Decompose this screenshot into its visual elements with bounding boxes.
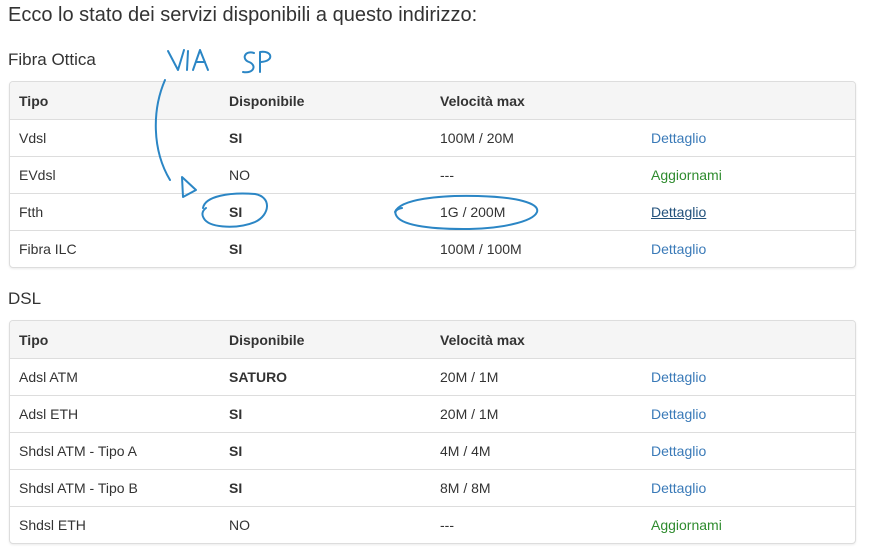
cell-disponibile: SI [229,130,243,146]
aggiornami-link[interactable]: Aggiornami [651,507,722,543]
cell-disponibile: NO [229,167,250,183]
annotation-letter-i [186,50,189,71]
col-header-disponibile: Disponibile [229,92,305,109]
table-header: Tipo Disponibile Velocità max [10,82,855,119]
dettaglio-link[interactable]: Dettaglio [651,396,706,432]
cell-disponibile: SI [229,204,243,220]
cell-tipo: Adsl ETH [19,406,79,422]
cell-disponibile: SI [229,480,243,496]
cell-tipo: Vdsl [19,130,47,146]
cell-disponibile: NO [229,517,250,533]
section-title-fibra: Fibra Ottica [8,50,96,69]
cell-tipo: Ftth [19,204,44,220]
dettaglio-link[interactable]: Dettaglio [651,231,706,267]
table-row: Adsl ETH SI 20M / 1M Dettaglio [10,395,855,432]
cell-velocita: 100M / 20M [440,130,514,146]
table-row: EVdsl NO --- Aggiornami [10,156,855,193]
col-header-velocita: Velocità max [440,331,525,348]
table-row: Fibra ILC SI 100M / 100M Dettaglio [10,230,855,267]
cell-velocita: 1G / 200M [440,204,506,220]
table-row: Shdsl ETH NO --- Aggiornami [10,506,855,543]
dsl-table: Tipo Disponibile Velocità max Adsl ATM S… [9,320,856,544]
table-row: Adsl ATM SATURO 20M / 1M Dettaglio [10,358,855,395]
cell-disponibile: SI [229,406,243,422]
col-header-tipo: Tipo [19,331,49,348]
dettaglio-link[interactable]: Dettaglio [651,194,706,230]
table-row: Ftth SI 1G / 200M Dettaglio [10,193,855,230]
col-header-tipo: Tipo [19,92,49,109]
table-row: Shdsl ATM - Tipo A SI 4M / 4M Dettaglio [10,432,855,469]
col-header-velocita: Velocità max [440,92,525,109]
cell-disponibile: SI [229,241,243,257]
annotation-letter-s [242,51,255,74]
table-row: Vdsl SI 100M / 20M Dettaglio [10,119,855,156]
cell-tipo: EVdsl [19,167,56,183]
cell-tipo: Adsl ATM [19,369,78,385]
cell-velocita: 4M / 4M [440,443,491,459]
cell-velocita: --- [440,167,454,183]
table-header: Tipo Disponibile Velocità max [10,321,855,358]
table-row: Shdsl ATM - Tipo B SI 8M / 8M Dettaglio [10,469,855,506]
annotation-letter-a [192,49,209,71]
cell-velocita: 20M / 1M [440,406,499,422]
cell-velocita: --- [440,517,454,533]
aggiornami-link[interactable]: Aggiornami [651,157,722,193]
dettaglio-link[interactable]: Dettaglio [651,470,706,506]
dettaglio-link[interactable]: Dettaglio [651,433,706,469]
fibra-table: Tipo Disponibile Velocità max Vdsl SI 10… [9,81,856,268]
cell-disponibile: SI [229,443,243,459]
cell-tipo: Shdsl ATM - Tipo A [19,443,138,459]
page-heading: Ecco lo stato dei servizi disponibili a … [8,4,478,26]
page: Ecco lo stato dei servizi disponibili a … [0,0,871,552]
cell-velocita: 8M / 8M [440,480,491,496]
cell-tipo: Fibra ILC [19,241,77,257]
cell-disponibile: SATURO [229,369,288,385]
dettaglio-link[interactable]: Dettaglio [651,359,706,395]
col-header-disponibile: Disponibile [229,331,305,348]
cell-velocita: 100M / 100M [440,241,522,257]
cell-tipo: Shdsl ATM - Tipo B [19,480,138,496]
annotation-letter-p [259,50,272,73]
dettaglio-link[interactable]: Dettaglio [651,120,706,156]
section-title-dsl: DSL [8,289,42,308]
cell-velocita: 20M / 1M [440,369,499,385]
cell-tipo: Shdsl ETH [19,517,86,533]
annotation-letter-v [167,49,185,71]
